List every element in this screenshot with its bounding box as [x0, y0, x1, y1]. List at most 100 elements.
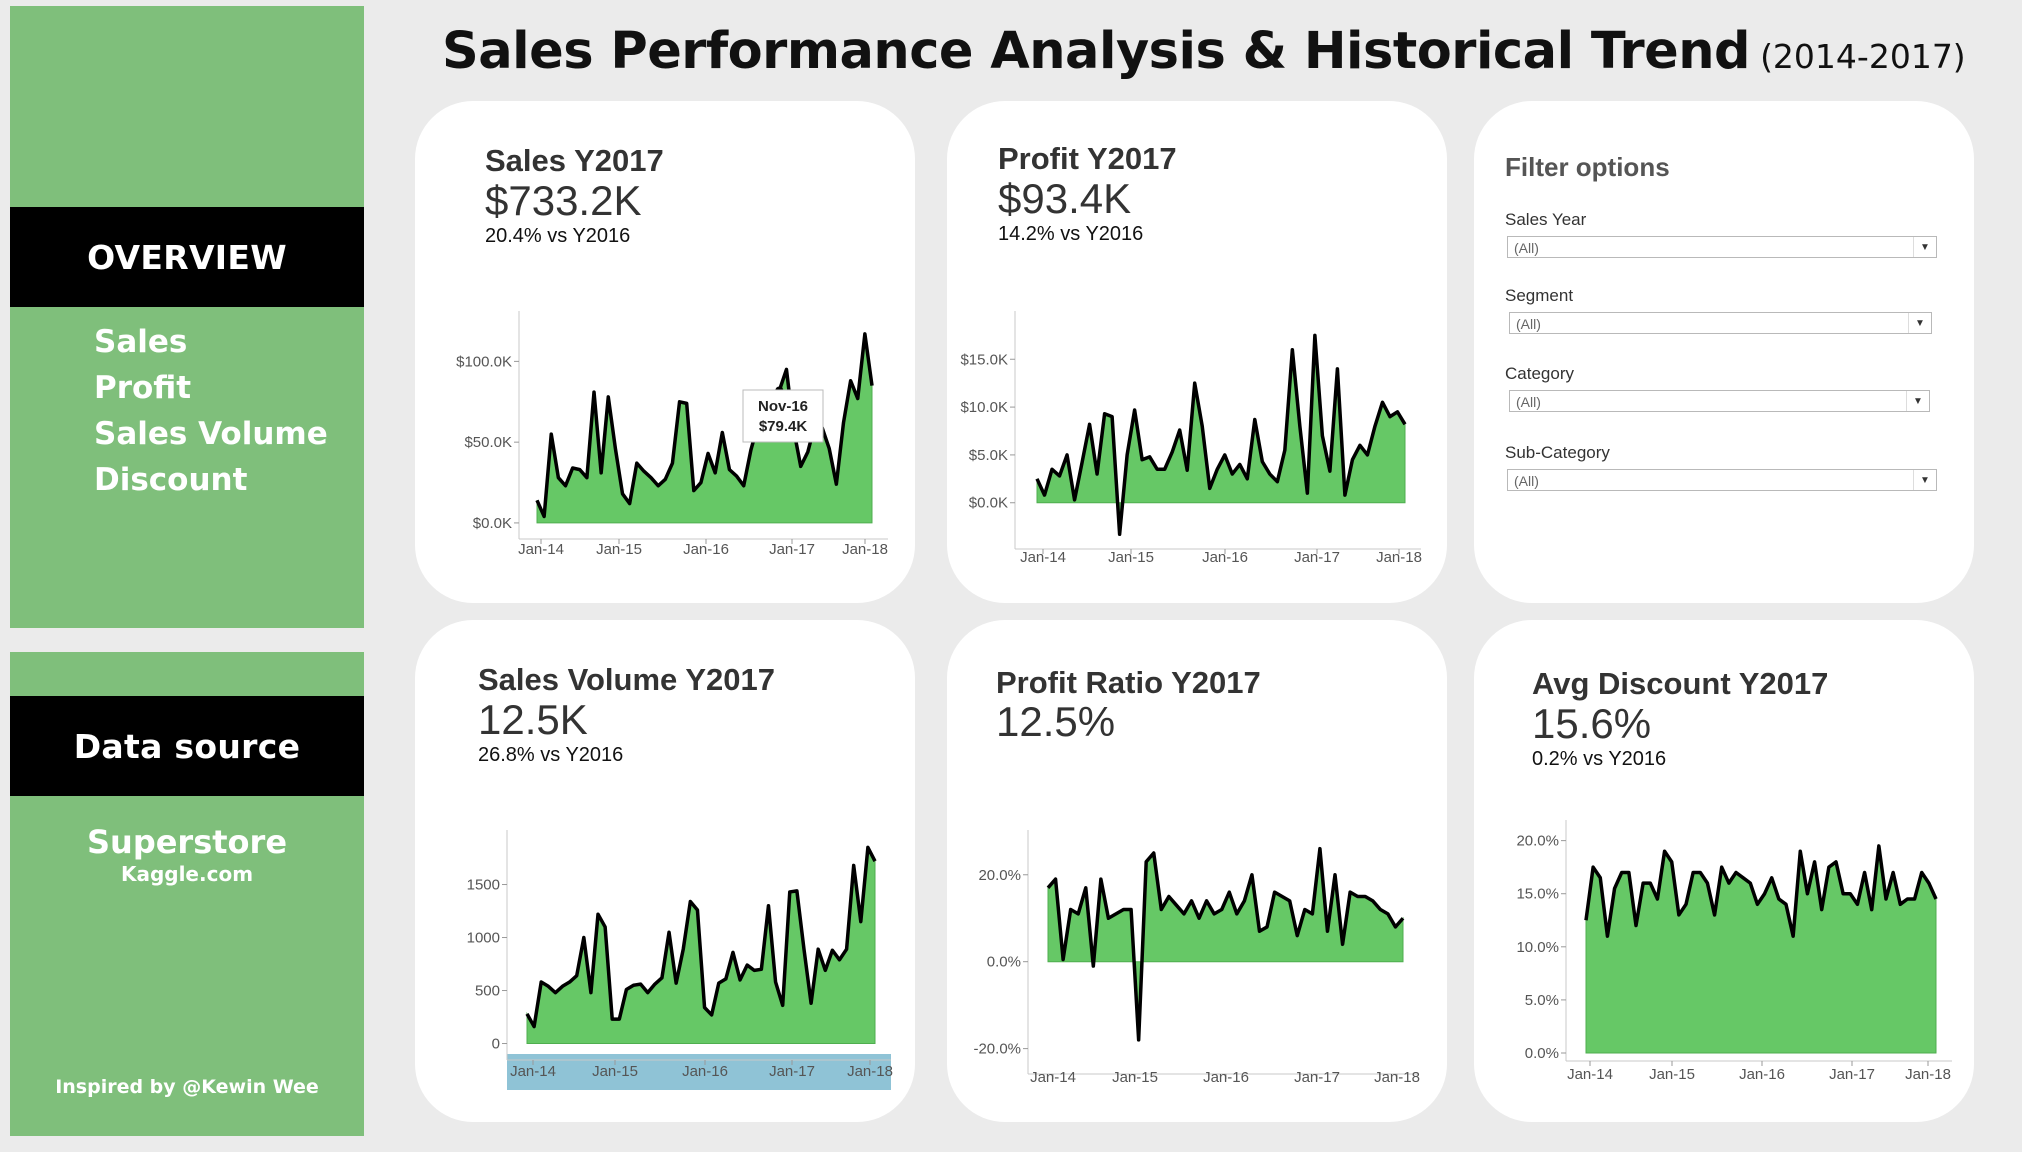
discount-card-delta: 0.2% vs Y2016 [1532, 748, 1667, 770]
data-point [837, 958, 841, 962]
sales-trend-chart[interactable]: $0.0K $50.0K $100.0K Jan-14 Jan-15 Jan-16 Jan-… [415, 281, 915, 561]
data-point [1205, 899, 1209, 903]
data-point [1648, 881, 1652, 885]
data-point [1356, 895, 1360, 899]
data-point [1401, 916, 1405, 920]
data-point [1350, 458, 1354, 462]
x-tick-label: Jan-16 [1203, 1069, 1249, 1086]
data-point [667, 930, 671, 934]
data-point [635, 461, 639, 465]
data-point [1343, 493, 1347, 497]
data-point [1341, 942, 1345, 946]
data-point [749, 448, 753, 452]
data-point [1363, 895, 1367, 899]
x-tick-label: Jan-16 [683, 541, 729, 558]
data-point [699, 481, 703, 485]
filter-label-category: Category [1505, 364, 1574, 383]
data-point [646, 991, 650, 995]
data-point [1777, 897, 1781, 901]
data-point [1870, 908, 1874, 912]
y-tick-label: $15.0K [960, 351, 1008, 368]
filter-label-sub-category: Sub-Category [1505, 443, 1610, 462]
x-tick-label: Jan-14 [510, 1063, 556, 1080]
data-point [856, 397, 860, 401]
data-point [1770, 876, 1774, 880]
data-point [1106, 916, 1110, 920]
data-point [1305, 491, 1309, 495]
data-point [1288, 899, 1292, 903]
data-point [1245, 477, 1249, 481]
data-point [1677, 913, 1681, 917]
nav-link-discount[interactable]: Discount [94, 462, 247, 498]
data-point [1403, 422, 1407, 426]
data-point [799, 464, 803, 468]
nav-link-profit[interactable]: Profit [94, 370, 191, 406]
data-point [766, 904, 770, 908]
data-point [1691, 870, 1695, 874]
data-point [1159, 908, 1163, 912]
data-point [1182, 912, 1186, 916]
data-point [688, 899, 692, 903]
x-tick-label: Jan-18 [1376, 549, 1422, 566]
data-point [1763, 892, 1767, 896]
data-point [1805, 892, 1809, 896]
data-point [1373, 424, 1377, 428]
data-point [1848, 892, 1852, 896]
data-point [539, 980, 543, 984]
data-point [670, 461, 674, 465]
sub-category-select-value: (All) [1514, 473, 1539, 489]
segment-select[interactable]: (All) ▼ [1509, 312, 1932, 334]
data-point [1197, 916, 1201, 920]
data-point [553, 991, 557, 995]
data-point [681, 947, 685, 951]
ratio-trend-chart[interactable]: -20.0% 0.0% 20.0% Jan-14 Jan-15 Jan-16 Jan-17 J… [947, 800, 1447, 1100]
data-point [1905, 897, 1909, 901]
series-line [1035, 333, 1407, 537]
data-point [1230, 472, 1234, 476]
data-point [1834, 860, 1838, 864]
data-point [1118, 532, 1122, 536]
x-tick-label: Jan-18 [847, 1063, 893, 1080]
data-point [1076, 912, 1080, 916]
sidebar-datasource-panel: Data source Superstore Kaggle.com Inspir… [10, 652, 364, 1136]
volume-trend-chart[interactable]: 0 500 1000 1500 Jan-14 Jan-15 Jan-16 Jan-17 Jan-… [415, 800, 915, 1100]
nav-link-sales-volume[interactable]: Sales Volume [94, 416, 328, 452]
data-point [1310, 912, 1314, 916]
volume-card-value: 12.5K [478, 696, 588, 743]
data-point [1388, 415, 1392, 419]
data-point [1320, 434, 1324, 438]
data-point [1035, 477, 1039, 481]
data-point [1348, 890, 1352, 894]
data-point [863, 332, 867, 336]
data-point [656, 484, 660, 488]
nav-link-sales[interactable]: Sales [94, 324, 187, 360]
sales-year-select-value: (All) [1514, 240, 1539, 256]
profit-trend-chart[interactable]: $0.0K $5.0K $10.0K $15.0K Jan-14 Jan-15 Jan-16… [947, 281, 1447, 571]
tooltip-month: Nov-16 [758, 398, 808, 415]
data-point [873, 859, 877, 863]
category-select-value: (All) [1516, 394, 1541, 410]
data-point [788, 890, 792, 894]
data-point [1163, 467, 1167, 471]
data-point [1365, 453, 1369, 457]
data-point [1584, 918, 1588, 922]
data-point [1050, 467, 1054, 471]
sales-year-select[interactable]: (All) ▼ [1507, 236, 1937, 258]
data-point [1333, 873, 1337, 877]
data-point [642, 469, 646, 473]
data-point [1325, 929, 1329, 933]
category-select[interactable]: (All) ▼ [1509, 390, 1930, 412]
discount-trend-chart[interactable]: 0.0% 5.0% 10.0% 15.0% 20.0% Jan-14 Jan-15 Jan-1… [1474, 800, 1974, 1100]
data-point [556, 476, 560, 480]
x-tick-label: Jan-14 [1020, 549, 1066, 566]
data-point [1122, 908, 1126, 912]
data-point [1227, 890, 1231, 894]
data-point [859, 920, 863, 924]
x-tick-label: Jan-15 [596, 541, 642, 558]
data-point [1741, 876, 1745, 880]
data-point [1242, 899, 1246, 903]
sub-category-select[interactable]: (All) ▼ [1507, 469, 1937, 491]
data-point [1212, 912, 1216, 916]
data-point [610, 1017, 614, 1021]
data-point [1655, 897, 1659, 901]
